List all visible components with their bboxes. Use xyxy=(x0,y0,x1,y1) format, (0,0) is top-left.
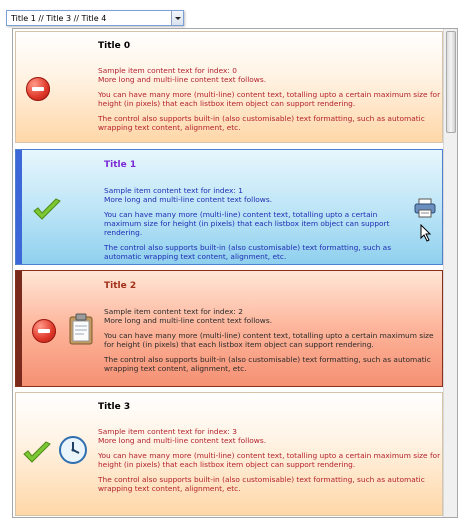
item-title: Title 3 xyxy=(98,402,131,412)
list-item-selected[interactable]: Title 1 Sample item content text for ind… xyxy=(15,149,443,265)
list-item-selected[interactable]: Title 2 Sample item content text for ind… xyxy=(15,270,443,387)
item-title: Title 1 xyxy=(104,160,137,170)
item-paragraph: The control also supports built-in (also… xyxy=(98,114,425,133)
scrollbar-thumb[interactable] xyxy=(446,31,456,133)
item-line: More long and multi-line content text fo… xyxy=(104,195,273,205)
selection-bar xyxy=(16,150,22,264)
item-line: More long and multi-line content text fo… xyxy=(98,75,267,85)
item-line: Sample item content text for index: 1 xyxy=(104,186,243,195)
item-paragraph: You can have many more (multi-line) cont… xyxy=(98,90,441,109)
item-paragraph: The control also supports built-in (also… xyxy=(104,355,431,374)
item-line: More long and multi-line content text fo… xyxy=(104,316,273,326)
item-paragraph: You can have many more (multi-line) cont… xyxy=(104,210,390,238)
printer-icon[interactable] xyxy=(414,198,436,218)
item-content: Sample item content text for index: 1 Mor… xyxy=(104,186,414,264)
item-title: Title 0 xyxy=(98,41,131,51)
title-selection-combobox[interactable]: Title 1 // Title 3 // Title 4 xyxy=(6,10,184,26)
no-entry-icon xyxy=(26,77,50,101)
vertical-scrollbar[interactable] xyxy=(443,29,457,517)
item-line: Sample item content text for index: 0 xyxy=(98,66,237,75)
item-line: Sample item content text for index: 3 xyxy=(98,427,237,436)
checkmark-icon xyxy=(33,198,61,220)
item-paragraph: You can have many more (multi-line) cont… xyxy=(104,331,434,350)
item-content: Sample item content text for index: 2 Mor… xyxy=(104,307,434,379)
item-listbox[interactable]: Title 0 Sample item content text for ind… xyxy=(12,28,458,518)
mouse-cursor-icon xyxy=(420,224,432,242)
combobox-value: Title 1 // Title 3 // Title 4 xyxy=(11,14,107,23)
clock-icon xyxy=(59,436,87,464)
item-content: Sample item content text for index: 3 Mor… xyxy=(98,427,442,499)
item-title: Title 2 xyxy=(104,281,137,291)
item-content: Sample item content text for index: 0 Mor… xyxy=(98,66,442,138)
item-line: More long and multi-line content text fo… xyxy=(98,436,267,446)
chevron-down-icon[interactable] xyxy=(171,11,183,25)
list-item[interactable]: Title 3 Sample item content text for ind… xyxy=(15,392,443,516)
no-entry-icon xyxy=(32,319,56,343)
checkmark-icon xyxy=(23,441,51,463)
item-paragraph: You can have many more (multi-line) cont… xyxy=(98,451,441,470)
item-paragraph: The control also supports built-in (also… xyxy=(98,475,425,494)
clipboard-icon xyxy=(69,313,93,345)
selection-bar xyxy=(16,271,22,386)
item-line: Sample item content text for index: 2 xyxy=(104,307,243,316)
list-item[interactable]: Title 0 Sample item content text for ind… xyxy=(15,31,443,143)
item-paragraph: The control also supports built-in (also… xyxy=(104,243,392,262)
